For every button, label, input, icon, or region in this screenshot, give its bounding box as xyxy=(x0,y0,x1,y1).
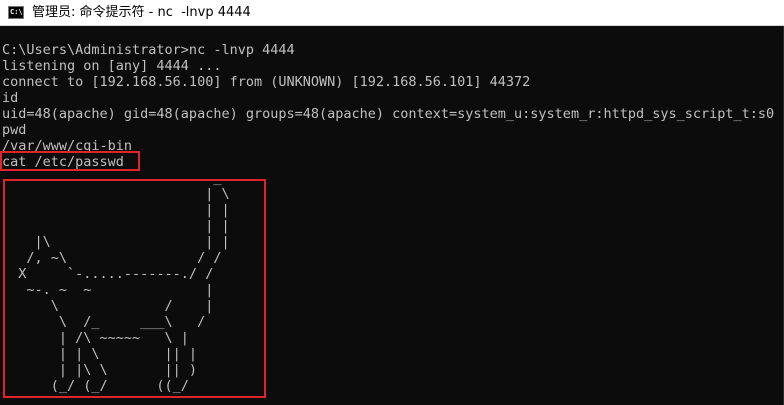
window-title: 管理员: 命令提示符 - nc -lnvp 4444 xyxy=(32,5,251,20)
console-output[interactable]: C:\Users\Administrator>nc -lnvp 4444 lis… xyxy=(0,26,784,405)
console-line: id xyxy=(2,90,19,106)
cmd-console-icon: C:\ xyxy=(8,6,24,19)
command-highlight-box xyxy=(0,151,140,171)
console-line: connect to [192.168.56.100] from (UNKNOW… xyxy=(2,74,531,90)
console-line: listening on [any] 4444 ... xyxy=(2,58,222,74)
console-line: pwd xyxy=(2,122,27,138)
console-line: uid=48(apache) gid=48(apache) groups=48(… xyxy=(2,106,775,122)
ascii-art-highlight-box xyxy=(3,179,266,398)
console-line: C:\Users\Administrator>nc -lnvp 4444 xyxy=(2,42,295,58)
window-titlebar[interactable]: C:\ 管理员: 命令提示符 - nc -lnvp 4444 xyxy=(0,0,784,26)
